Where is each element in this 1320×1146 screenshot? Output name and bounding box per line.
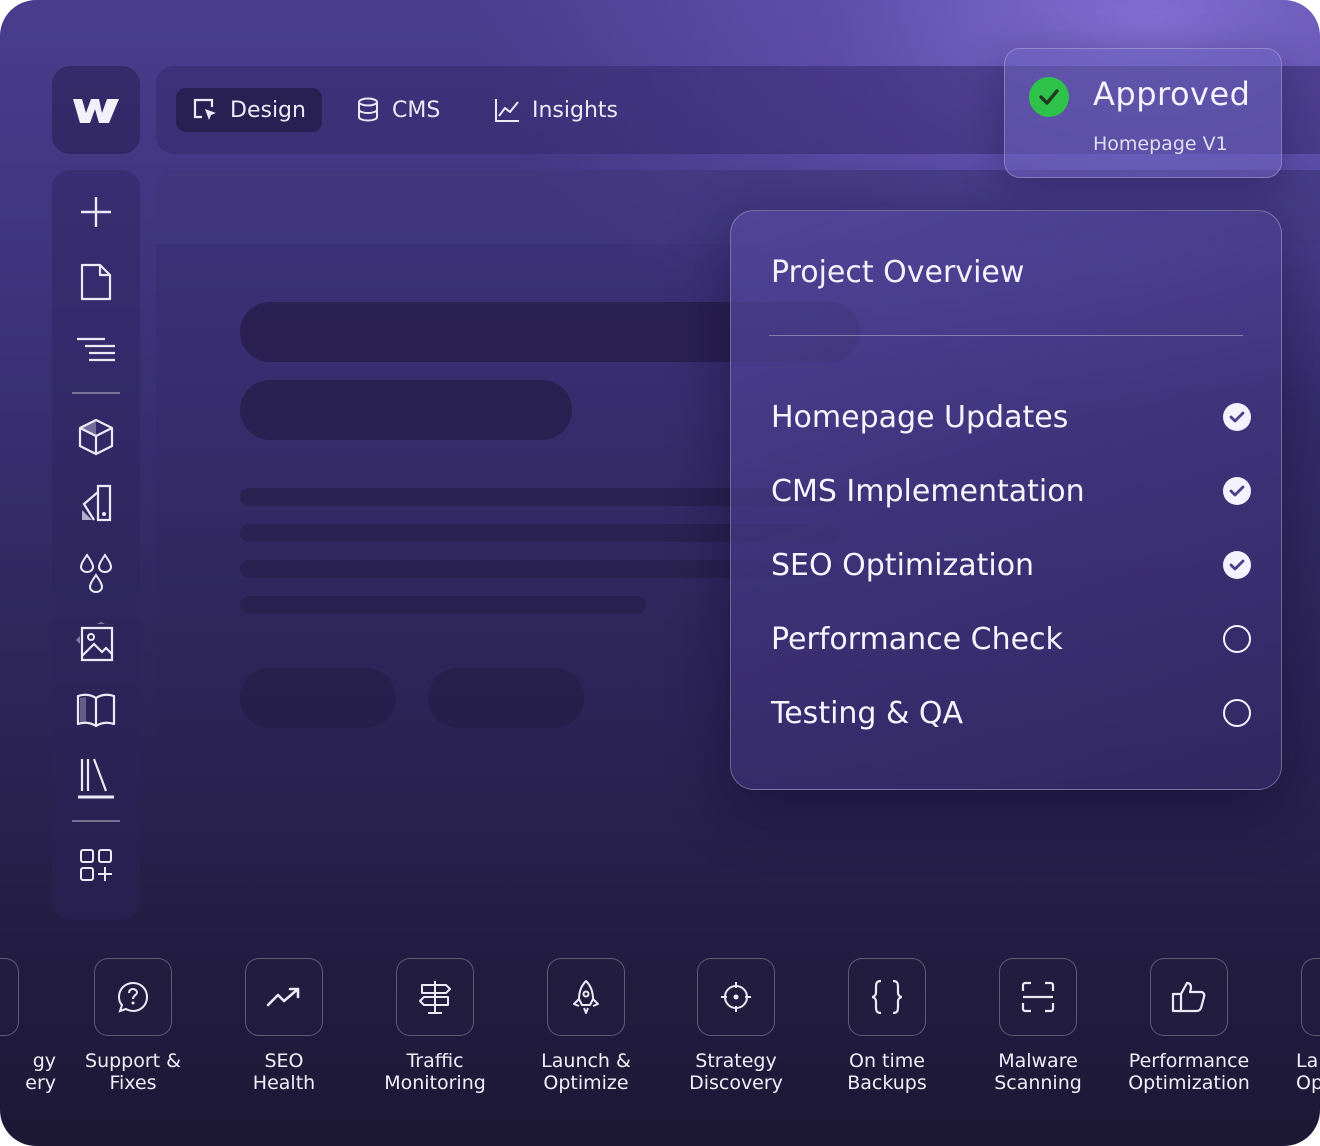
sidebar-divider [72, 392, 120, 394]
task-done-check-icon[interactable] [1223, 403, 1251, 431]
service-name: Malware Scanning [994, 1050, 1082, 1094]
variables-drops-icon[interactable] [74, 552, 118, 596]
service-name: SEO Health [252, 1050, 316, 1094]
service-item[interactable]: Launch & Optimize [510, 958, 662, 1094]
task-label: Performance Check [771, 621, 1063, 657]
task-item[interactable]: Homepage Updates [771, 397, 1251, 437]
chart-line-icon [495, 99, 519, 122]
service-name: Support & Fixes [85, 1050, 181, 1094]
task-done-check-icon[interactable] [1223, 477, 1251, 505]
design-cursor-icon [193, 98, 216, 120]
tab-design-label: Design [230, 97, 306, 123]
tab-cms[interactable]: CMS [340, 88, 456, 132]
task-label: SEO Optimization [771, 547, 1035, 583]
skeleton-text-line [240, 596, 646, 614]
service-item[interactable]: gy ery [0, 958, 56, 1094]
task-label: Testing & QA [771, 695, 964, 731]
service-item[interactable]: On time Backups [811, 958, 963, 1094]
approved-check-icon [1029, 77, 1069, 117]
services-strip: gy ery Support & Fixes SEO Health Traffi… [0, 958, 1320, 1108]
service-name: Launch & Optimize [541, 1050, 631, 1094]
approved-title: Approved [1093, 75, 1251, 113]
task-done-check-icon[interactable] [1223, 551, 1251, 579]
book-icon[interactable] [74, 688, 118, 732]
service-name: Strategy Discovery [689, 1050, 783, 1094]
task-item[interactable]: Performance Check [771, 619, 1251, 659]
service-item[interactable]: La Op [1264, 958, 1320, 1094]
scan-icon [999, 958, 1077, 1036]
left-sidebar [52, 170, 140, 920]
task-label: Homepage Updates [771, 399, 1069, 435]
crosshair-icon [697, 958, 775, 1036]
rocket-icon [547, 958, 625, 1036]
task-item[interactable]: CMS Implementation [771, 471, 1251, 511]
plus-icon[interactable] [74, 190, 118, 234]
webflow-logo[interactable] [52, 66, 140, 154]
service-name: Performance Optimization [1128, 1050, 1250, 1094]
apps-icon[interactable] [74, 843, 118, 887]
service-name: gy ery [25, 1050, 56, 1094]
service-item[interactable]: SEO Health [208, 958, 360, 1094]
partial-icon [0, 958, 19, 1036]
components-cube-icon[interactable] [74, 415, 118, 459]
service-name: La Op [1296, 1050, 1320, 1094]
braces-icon [848, 958, 926, 1036]
project-overview-heading: Project Overview [771, 255, 1025, 290]
service-name: On time Backups [847, 1050, 927, 1094]
overview-divider [769, 335, 1243, 336]
thumbs-up-icon [1150, 958, 1228, 1036]
service-name: Traffic Monitoring [384, 1050, 486, 1094]
service-item[interactable]: Traffic Monitoring [359, 958, 511, 1094]
skeleton-button [240, 668, 396, 728]
tab-insights[interactable]: Insights [478, 88, 634, 132]
help-bubble-icon [94, 958, 172, 1036]
webflow-logo-icon [73, 99, 119, 123]
sidebar-divider-2 [72, 820, 120, 822]
task-label: CMS Implementation [771, 473, 1085, 509]
task-item[interactable]: Testing & QA [771, 693, 1251, 733]
task-pending-circle-icon[interactable] [1223, 625, 1251, 653]
database-icon [358, 97, 378, 122]
task-item[interactable]: SEO Optimization [771, 545, 1251, 585]
service-item[interactable]: Support & Fixes [57, 958, 209, 1094]
approved-subtitle: Homepage V1 [1093, 133, 1228, 155]
service-item[interactable]: Malware Scanning [962, 958, 1114, 1094]
service-item[interactable]: Strategy Discovery [660, 958, 812, 1094]
tab-design[interactable]: Design [176, 88, 322, 132]
partial-icon [1301, 958, 1320, 1036]
app-frame: Design CMS Insights Approved Homepage V1… [0, 0, 1320, 1146]
service-item[interactable]: Performance Optimization [1113, 958, 1265, 1094]
library-icon[interactable] [74, 756, 118, 800]
approved-notification: Approved Homepage V1 [1004, 48, 1282, 178]
task-pending-circle-icon[interactable] [1223, 699, 1251, 727]
navigator-icon[interactable] [74, 328, 118, 372]
skeleton-button [428, 668, 584, 728]
skeleton-subheading [240, 380, 572, 440]
tab-cms-label: CMS [392, 97, 441, 123]
page-icon[interactable] [74, 260, 118, 304]
project-overview-card: Project Overview Homepage Updates CMS Im… [730, 210, 1282, 790]
trend-up-icon [245, 958, 323, 1036]
signpost-icon [396, 958, 474, 1036]
tab-insights-label: Insights [532, 97, 619, 123]
assets-image-icon[interactable] [74, 620, 118, 664]
style-swatch-icon[interactable] [74, 482, 118, 526]
